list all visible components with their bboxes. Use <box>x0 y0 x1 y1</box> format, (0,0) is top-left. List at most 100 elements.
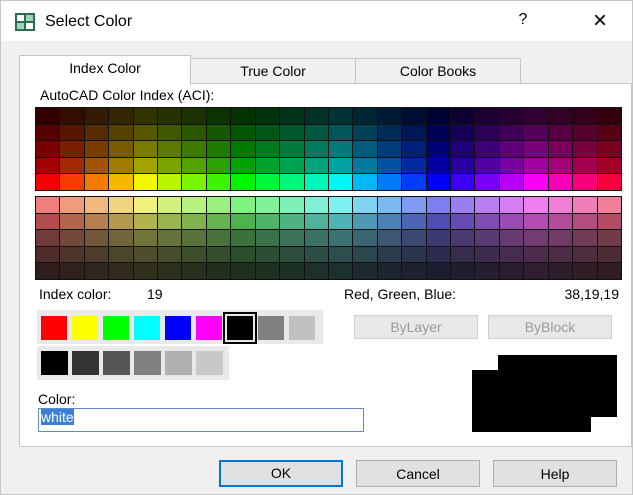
aci-swatch[interactable] <box>84 108 109 124</box>
aci-swatch[interactable] <box>328 124 353 141</box>
aci-swatch[interactable] <box>36 141 60 157</box>
aci-swatch[interactable] <box>182 124 206 141</box>
gray-color-swatch[interactable] <box>165 351 192 375</box>
close-button[interactable]: × <box>585 7 615 35</box>
aci-swatch[interactable] <box>255 124 280 141</box>
aci-swatch[interactable] <box>206 157 231 174</box>
aci-swatch[interactable] <box>597 108 621 124</box>
aci-swatch[interactable] <box>548 157 573 174</box>
aci-swatch[interactable] <box>426 174 451 190</box>
aci-swatch[interactable] <box>109 213 133 230</box>
standard-color-swatch[interactable] <box>134 316 160 340</box>
aci-swatch[interactable] <box>402 124 426 141</box>
aci-swatch[interactable] <box>426 124 451 141</box>
aci-swatch[interactable] <box>548 246 573 263</box>
standard-color-swatch[interactable] <box>103 316 129 340</box>
aci-swatch[interactable] <box>573 197 597 213</box>
aci-swatch[interactable] <box>475 230 499 246</box>
aci-swatch[interactable] <box>499 141 524 157</box>
aci-swatch[interactable] <box>524 213 548 230</box>
aci-swatch[interactable] <box>231 141 255 157</box>
aci-swatch[interactable] <box>182 230 206 246</box>
aci-swatch[interactable] <box>255 174 280 190</box>
aci-swatch[interactable] <box>499 197 524 213</box>
aci-swatch[interactable] <box>573 213 597 230</box>
aci-swatch[interactable] <box>377 108 402 124</box>
gray-color-swatch[interactable] <box>134 351 161 375</box>
aci-swatch[interactable] <box>206 174 231 190</box>
aci-swatch[interactable] <box>451 230 475 246</box>
aci-swatch[interactable] <box>353 263 377 279</box>
aci-swatch[interactable] <box>158 263 182 279</box>
aci-swatch[interactable] <box>426 108 451 124</box>
aci-swatch[interactable] <box>36 124 60 141</box>
aci-swatch[interactable] <box>206 141 231 157</box>
aci-swatch[interactable] <box>451 174 475 190</box>
aci-swatch[interactable] <box>231 124 255 141</box>
aci-swatch[interactable] <box>451 157 475 174</box>
aci-swatch[interactable] <box>231 197 255 213</box>
aci-swatch[interactable] <box>182 197 206 213</box>
aci-swatch[interactable] <box>353 246 377 263</box>
aci-swatch[interactable] <box>280 174 304 190</box>
aci-swatch[interactable] <box>133 246 158 263</box>
byblock-button[interactable]: ByBlock <box>488 315 612 339</box>
aci-swatch[interactable] <box>158 230 182 246</box>
aci-swatch[interactable] <box>206 246 231 263</box>
aci-swatch[interactable] <box>573 174 597 190</box>
aci-swatch[interactable] <box>548 230 573 246</box>
aci-swatch[interactable] <box>158 197 182 213</box>
aci-swatch[interactable] <box>255 157 280 174</box>
standard-color-swatch[interactable] <box>223 312 257 344</box>
aci-swatch[interactable] <box>36 213 60 230</box>
aci-swatch[interactable] <box>524 263 548 279</box>
bylayer-button[interactable]: ByLayer <box>354 315 478 339</box>
aci-swatch[interactable] <box>280 108 304 124</box>
aci-swatch[interactable] <box>548 263 573 279</box>
aci-swatch[interactable] <box>524 157 548 174</box>
aci-swatch[interactable] <box>206 197 231 213</box>
aci-swatch[interactable] <box>524 246 548 263</box>
aci-swatch[interactable] <box>304 197 328 213</box>
aci-swatch[interactable] <box>328 141 353 157</box>
aci-swatch[interactable] <box>255 197 280 213</box>
aci-swatch[interactable] <box>377 246 402 263</box>
aci-swatch[interactable] <box>36 174 60 190</box>
aci-swatch[interactable] <box>499 124 524 141</box>
aci-swatch[interactable] <box>255 141 280 157</box>
aci-swatch[interactable] <box>255 213 280 230</box>
aci-swatch[interactable] <box>524 230 548 246</box>
aci-swatch[interactable] <box>402 197 426 213</box>
aci-swatch[interactable] <box>158 124 182 141</box>
gray-color-swatch[interactable] <box>72 351 99 375</box>
aci-swatch[interactable] <box>573 263 597 279</box>
aci-swatch[interactable] <box>573 124 597 141</box>
aci-swatch[interactable] <box>353 108 377 124</box>
aci-swatch[interactable] <box>451 213 475 230</box>
gray-color-swatch[interactable] <box>103 351 130 375</box>
aci-swatch[interactable] <box>280 263 304 279</box>
aci-palette-bottom[interactable] <box>35 196 622 280</box>
aci-swatch[interactable] <box>255 230 280 246</box>
aci-swatch[interactable] <box>475 157 499 174</box>
aci-swatch[interactable] <box>206 230 231 246</box>
aci-swatch[interactable] <box>402 141 426 157</box>
aci-swatch[interactable] <box>255 246 280 263</box>
aci-swatch[interactable] <box>353 141 377 157</box>
aci-swatch[interactable] <box>36 246 60 263</box>
aci-swatch[interactable] <box>36 230 60 246</box>
aci-swatch[interactable] <box>304 263 328 279</box>
aci-swatch[interactable] <box>158 174 182 190</box>
aci-swatch[interactable] <box>84 174 109 190</box>
aci-swatch[interactable] <box>451 263 475 279</box>
aci-swatch[interactable] <box>304 230 328 246</box>
aci-swatch[interactable] <box>36 197 60 213</box>
aci-swatch[interactable] <box>304 174 328 190</box>
aci-swatch[interactable] <box>353 197 377 213</box>
gray-color-swatch[interactable] <box>41 351 68 375</box>
help-button[interactable]: ? <box>511 11 535 33</box>
aci-swatch[interactable] <box>182 246 206 263</box>
aci-swatch[interactable] <box>524 108 548 124</box>
aci-swatch[interactable] <box>402 263 426 279</box>
aci-swatch[interactable] <box>451 124 475 141</box>
